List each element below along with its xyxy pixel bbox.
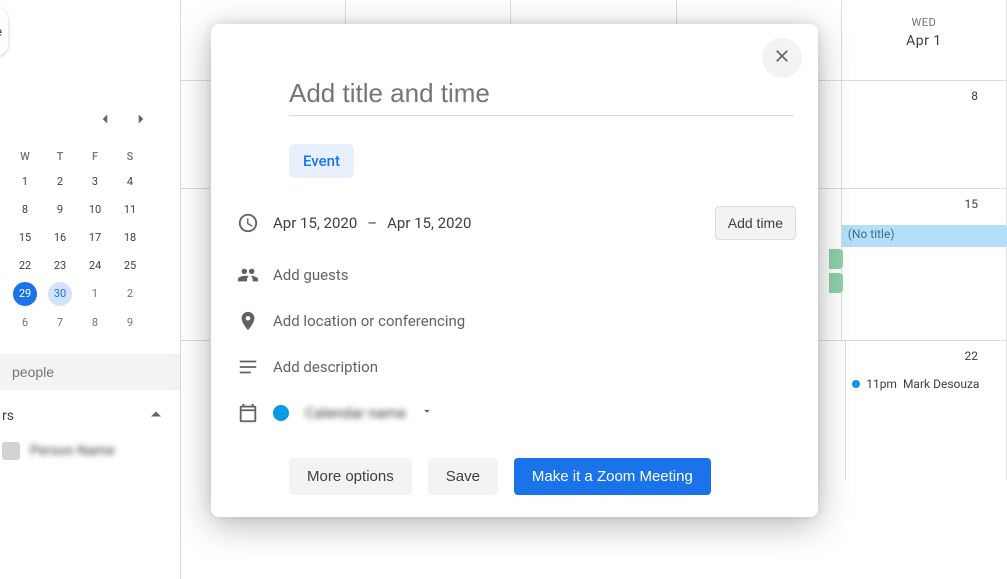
mini-cal-day[interactable]: 18 — [113, 224, 147, 251]
people-icon — [233, 264, 273, 286]
mini-cal-weekday: F — [78, 146, 112, 167]
calendar-list-item-label: Person Name — [30, 443, 115, 459]
clock-icon — [233, 212, 273, 234]
tab-event[interactable]: Event — [289, 144, 354, 178]
day-header-wed: WED Apr 1 — [842, 0, 1007, 80]
chevron-right-icon[interactable] — [132, 110, 150, 132]
more-options-button[interactable]: More options — [289, 458, 412, 495]
calendar-cell[interactable]: 15 (No title) — [842, 188, 1007, 340]
cell-day-number: 15 — [964, 197, 978, 211]
mini-cal-day[interactable]: 30 — [48, 282, 72, 306]
event-bar[interactable]: (No title) — [842, 225, 1007, 247]
mini-cal-day[interactable]: 15 — [8, 224, 42, 251]
checkbox[interactable] — [2, 442, 20, 460]
mini-cal-day[interactable]: 11 — [113, 196, 147, 223]
add-location-field[interactable]: Add location or conferencing — [273, 312, 796, 330]
event-dot-icon — [852, 380, 860, 388]
day-of-week-label: WED — [842, 16, 1006, 29]
mini-cal-weekday: T — [43, 146, 77, 167]
end-date: Apr 15, 2020 — [387, 214, 471, 232]
mini-cal-day[interactable]: 16 — [43, 224, 77, 251]
close-button[interactable] — [762, 38, 802, 78]
calendar-cell[interactable]: 8 — [842, 80, 1007, 188]
create-button[interactable]: e — [0, 8, 8, 56]
mini-cal-day[interactable]: 2 — [113, 280, 147, 308]
mini-cal-day[interactable]: 9 — [113, 309, 147, 336]
calendars-section[interactable]: rs — [0, 390, 180, 428]
location-icon — [233, 310, 273, 332]
mini-cal-day[interactable]: 17 — [78, 224, 112, 251]
create-button-trailing: e — [0, 25, 2, 40]
calendar-selector[interactable]: Calendar name — [273, 404, 434, 422]
event-chip[interactable] — [829, 273, 843, 293]
mini-cal-day[interactable]: 4 — [113, 168, 147, 195]
mini-cal-day[interactable]: 10 — [78, 196, 112, 223]
search-people-input[interactable] — [0, 354, 180, 390]
mini-cal-day[interactable]: 6 — [8, 309, 42, 336]
event-chip[interactable] — [829, 249, 843, 269]
mini-cal-day[interactable]: 8 — [8, 196, 42, 223]
date-range[interactable]: Apr 15, 2020 – Apr 15, 2020 — [273, 214, 715, 232]
calendar-list-item[interactable]: Person Name — [0, 442, 180, 460]
sidebar: e WTFS1234891011151617182223242529301267… — [0, 0, 180, 579]
mini-cal-weekday: S — [113, 146, 147, 167]
save-button[interactable]: Save — [428, 458, 498, 495]
add-description-field[interactable]: Add description — [273, 358, 796, 376]
add-time-button[interactable]: Add time — [715, 206, 796, 240]
mini-cal-weekday: W — [8, 146, 42, 167]
mini-cal-day[interactable]: 23 — [43, 252, 77, 279]
mini-cal-day[interactable]: 29 — [13, 282, 37, 306]
mini-cal-day[interactable]: 8 — [78, 309, 112, 336]
start-date: Apr 15, 2020 — [273, 214, 357, 232]
mini-cal-day[interactable]: 25 — [113, 252, 147, 279]
mini-cal-day[interactable]: 1 — [78, 280, 112, 308]
event-title: (No title) — [848, 227, 895, 241]
dash: – — [367, 214, 377, 232]
chevron-up-icon — [146, 404, 166, 428]
description-icon — [233, 356, 273, 378]
chevron-down-icon — [420, 404, 434, 422]
close-icon — [772, 46, 792, 70]
chevron-left-icon[interactable] — [96, 110, 114, 132]
cell-day-number: 22 — [965, 349, 979, 363]
event-item[interactable]: 11pm Mark Desouza — [852, 377, 1000, 391]
mini-cal-day[interactable]: 3 — [78, 168, 112, 195]
calendar-name: Calendar name — [305, 404, 406, 422]
event-title: Mark Desouza — [903, 377, 980, 391]
cell-day-number: 8 — [971, 89, 978, 103]
calendar-cell[interactable]: 22 11pm Mark Desouza — [846, 340, 1007, 480]
mini-cal-day[interactable]: 2 — [43, 168, 77, 195]
mini-calendar: WTFS123489101115161718222324252930126789 — [0, 110, 180, 336]
mini-cal-day[interactable]: 1 — [8, 168, 42, 195]
mini-cal-day[interactable]: 22 — [8, 252, 42, 279]
mini-cal-day[interactable]: 24 — [78, 252, 112, 279]
mini-cal-day[interactable]: 7 — [43, 309, 77, 336]
add-guests-field[interactable]: Add guests — [273, 266, 796, 284]
calendar-color-dot — [273, 405, 289, 421]
calendars-section-label: rs — [2, 408, 14, 424]
make-zoom-meeting-button[interactable]: Make it a Zoom Meeting — [514, 458, 711, 495]
day-date-label: Apr 1 — [842, 33, 1006, 49]
mini-cal-day[interactable]: 9 — [43, 196, 77, 223]
event-time: 11pm — [866, 377, 897, 391]
calendar-icon — [233, 402, 273, 424]
event-title-input[interactable] — [289, 78, 794, 116]
quick-create-dialog: Event Apr 15, 2020 – Apr 15, 2020 Add ti… — [211, 24, 818, 517]
